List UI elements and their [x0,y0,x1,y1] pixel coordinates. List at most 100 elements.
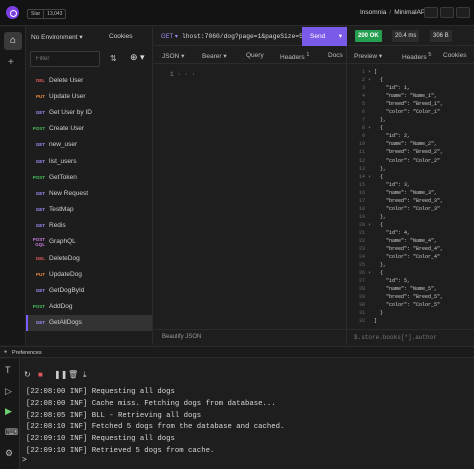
tab-body[interactable]: JSON ▾ [162,52,184,60]
terminal-icon[interactable]: ⌨ [5,427,18,438]
line-code: { [374,221,384,228]
play-circle-icon[interactable]: ▷ [5,386,12,397]
home-icon[interactable]: ⌂ [4,32,22,50]
response-line: 8 ▾ { [348,124,474,132]
log-message: Retrieved 5 dogs from cache. [91,446,215,455]
log-time-wrap: [22:08:00 [26,388,66,396]
sidebar-item-label: TestMap [49,206,74,214]
sidebar-item[interactable]: PUT Update User [26,88,152,104]
pause-icon[interactable]: ❚❚ [54,370,67,379]
tab-cookies[interactable]: Cookies [443,52,466,59]
layout-right-icon[interactable] [456,7,470,18]
sidebar-item[interactable]: GET New Request [26,185,152,201]
log-time: 22:09:10 [30,435,66,444]
beautify-json-button[interactable]: Beautify JSON [154,329,347,345]
sidebar-item[interactable]: POST GetToken [26,169,152,185]
breadcrumb-collection[interactable]: MinimalAPI [394,9,427,16]
line-number: 6 [361,109,371,116]
response-line: 11 "breed": "Breed_2", [348,148,474,156]
log-message-wrap: Requesting all dogs [92,387,175,399]
line-code: [ [374,69,378,75]
response-line: 26 ▾ { [348,269,474,277]
title-bar: Star 13,043 Insomnia / MinimalAPI [0,0,474,26]
sidebar-item[interactable]: DEL DeleteDog [26,250,152,266]
breadcrumb-project[interactable]: Insomnia [360,9,386,16]
sidebar-item[interactable]: GET list_users [26,153,152,169]
tab-auth[interactable]: Bearer ▾ [202,52,227,60]
sidebar-item[interactable]: PUT UpdateDog [26,266,152,282]
console-prompt[interactable]: > [22,456,27,465]
settings-icon[interactable]: ⚙ [5,448,13,459]
sort-icon[interactable]: ⇅ [110,54,117,63]
url-input[interactable]: lhost:7060/dog?page=1&pageSize=5 [182,33,303,40]
sidebar-item[interactable]: POST AddDog [26,299,152,315]
method-badge: GET [35,223,45,229]
cookies-button[interactable]: Cookies [109,33,132,40]
stop-icon[interactable]: ■ [38,370,43,379]
log-message: Requesting all dogs [91,388,175,396]
response-line: 7 }, [348,116,474,124]
tab-headers-label: Headers [280,54,305,62]
sidebar-item[interactable]: POST GQL GraphQL [26,234,152,250]
add-workspace-icon[interactable]: + [8,57,14,68]
dot-icon: ● [4,349,8,355]
log-level-wrap: INF] [69,435,92,444]
response-line: 16 "name": "Name_3", [348,189,474,197]
response-line: 14 ▾ { [348,173,474,181]
restart-icon[interactable]: ↻ [24,370,31,379]
tab-response-headers[interactable]: Headers 5 [402,52,431,61]
text-icon[interactable]: T [5,365,11,375]
response-line: 10 "name": "Name_2", [348,140,474,148]
trash-icon[interactable]: 🗑 [68,370,78,379]
method-badge: GET [35,190,45,196]
sidebar-item[interactable]: GET Redis [26,218,152,234]
method-badge: GET [35,109,45,115]
line-code: "id": 4, [374,229,411,236]
window-controls [424,7,470,18]
sidebar-item-label: AddDog [49,303,73,311]
github-star-button[interactable]: Star 13,043 [27,9,67,19]
line-code: "breed": "Breed_2", [374,149,444,156]
line-number: 12 [358,157,371,164]
environment-selector[interactable]: No Environment ▾ [31,33,83,41]
sidebar-item[interactable]: GET new_user [26,137,152,153]
tab-headers[interactable]: Headers 1 [280,52,309,61]
layout-left-icon[interactable] [424,7,438,18]
layout-split-icon[interactable] [440,7,454,18]
sidebar-item[interactable]: GET TestMap [26,202,152,218]
insomnia-logo[interactable] [6,6,19,19]
method-badge: GET [35,158,45,164]
scroll-end-icon[interactable]: ⤓ [83,370,87,380]
log-time-wrap: [22:08:00 [26,399,66,408]
filter-input[interactable] [30,51,100,67]
sidebar-item[interactable]: POST Create User [26,121,152,137]
response-line: 24 "color": "Color_4" [348,253,474,261]
body-editor[interactable]: 1 · · · [154,65,347,325]
add-request-icon[interactable]: ⊕ ▾ [130,52,145,63]
response-filter-input[interactable]: $.store.books[*].author [348,329,474,345]
method-badge: POST [32,126,45,132]
sidebar-item-label: GetToken [49,173,77,181]
tab-query[interactable]: Query [246,52,264,59]
sidebar-item[interactable]: GET Get User by ID [26,104,152,120]
method-selector[interactable]: GET ▾ [161,33,178,40]
tab-preview[interactable]: Preview ▾ [354,52,382,60]
log-entry: [22:09:10 INF] Requesting all dogs [26,434,466,446]
sidebar-item[interactable]: GET GetAllDogs [26,314,152,332]
sidebar-item[interactable]: GET GetDogById [26,282,152,298]
sidebar-item[interactable]: DEL Delete User [26,72,152,88]
response-line: 20 ▾ { [348,221,474,229]
send-button[interactable]: Send [302,27,347,46]
response-body: 1 ▾[2 ▾ {3 "id": 1, 4 "name": "Name_1", 5 … [348,65,474,325]
run-debug-icon[interactable]: ▶ [5,406,12,417]
request-pane: GET ▾ lhost:7060/dog?page=1&pageSize=5 S… [154,27,347,345]
preferences-tab[interactable]: Preferences [12,350,42,356]
line-number: 7 [361,117,371,124]
log-entry: [22:08:10 INF] Fetched 5 dogs from the d… [26,422,466,434]
log-level-wrap: INF] [69,446,92,455]
line-number: 23 [358,246,371,253]
log-level-wrap: INF] [69,411,92,420]
response-line: 13 }, [348,165,474,173]
tab-docs[interactable]: Docs [328,52,343,59]
size-badge: 306 B [430,30,452,42]
